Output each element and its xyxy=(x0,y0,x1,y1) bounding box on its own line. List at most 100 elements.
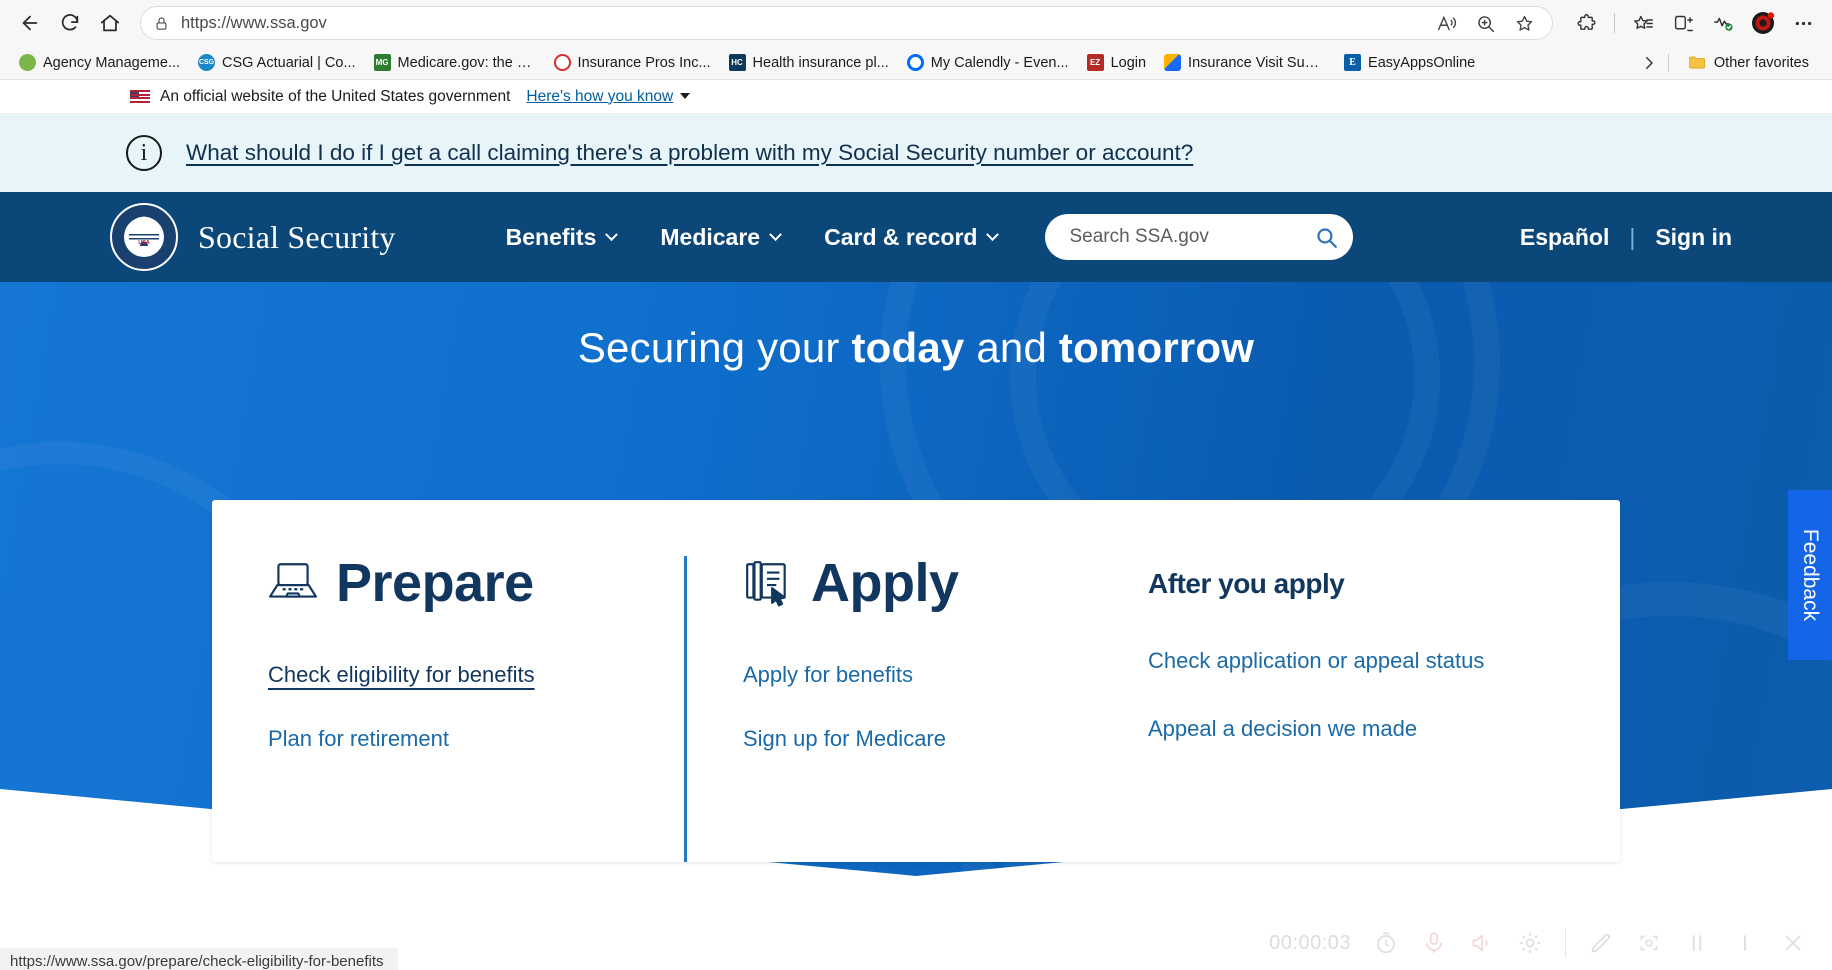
collections-star-icon[interactable] xyxy=(1626,6,1660,40)
toolbar-divider xyxy=(1614,13,1615,33)
nav-item-card-and-record[interactable]: Card & record xyxy=(824,224,1000,251)
brand-title: Social Security xyxy=(198,218,396,255)
bookmark-item[interactable]: EZ Login xyxy=(1078,51,1155,74)
chevron-down-icon xyxy=(769,227,782,241)
site-brand[interactable]: USA Social Security xyxy=(110,203,396,271)
column-heading: After you apply xyxy=(1148,568,1345,599)
zoom-in-icon[interactable] xyxy=(1475,13,1496,34)
search-icon[interactable] xyxy=(1314,225,1339,250)
nav-item-label: Medicare xyxy=(660,223,761,250)
link-check-application-or-appeal-status[interactable]: Check application or appeal status xyxy=(1148,648,1484,674)
insurance-visit-summary-favicon xyxy=(1164,54,1182,71)
medicare-gov-favicon: MG xyxy=(373,54,391,71)
screenshot-icon[interactable] xyxy=(1636,930,1662,956)
agency-management-favicon xyxy=(19,54,36,71)
bookmark-item[interactable]: HC Health insurance pl... xyxy=(720,51,898,74)
hero-title-bold1: today xyxy=(851,324,965,371)
column-heading-row: Prepare xyxy=(268,556,628,610)
nav-item-medicare[interactable]: Medicare xyxy=(660,223,782,251)
heres-how-you-know-toggle[interactable]: Here's how you know xyxy=(520,87,691,106)
extensions-icon[interactable] xyxy=(1569,6,1603,40)
gov-banner-text: An official website of the United States… xyxy=(160,87,511,105)
bookmarks-overflow-area: Other favorites xyxy=(1640,50,1822,75)
settings-gear-icon[interactable] xyxy=(1517,930,1543,956)
bookmark-label: Login xyxy=(1110,54,1147,71)
bookmark-label: EasyAppsOnline xyxy=(1368,54,1476,71)
csg-actuarial-favicon: CSG xyxy=(198,54,216,71)
bookmark-label: My Calendly - Even... xyxy=(930,54,1069,71)
recording-elapsed-time: 00:00:03 xyxy=(1269,931,1351,954)
official-gov-banner: An official website of the United States… xyxy=(0,80,1832,114)
login-favicon: EZ xyxy=(1086,54,1104,71)
site-navbar: USA Social Security Benefits Medicare Ca… xyxy=(0,192,1832,282)
hero-title-part2: and xyxy=(964,324,1059,371)
home-icon[interactable] xyxy=(92,5,128,41)
pause-icon[interactable] xyxy=(1684,930,1710,956)
nav-item-benefits[interactable]: Benefits xyxy=(505,223,619,251)
hero-title-part1: Securing your xyxy=(577,324,852,371)
chevron-down-icon xyxy=(680,93,691,100)
bookmark-label: Insurance Pros Inc... xyxy=(577,54,711,71)
gov-banner-link-label: Here's how you know xyxy=(526,87,674,105)
bookmark-label: Insurance Visit Sum... xyxy=(1188,54,1327,71)
microphone-icon[interactable] xyxy=(1421,930,1447,956)
address-bar-url[interactable]: https://www.ssa.gov xyxy=(181,14,1424,33)
read-aloud-icon[interactable] xyxy=(1436,13,1457,34)
nav-divider: | xyxy=(1629,223,1636,250)
search-input[interactable] xyxy=(1069,226,1315,248)
navbar-utility-links: Español | Sign in xyxy=(1520,224,1732,251)
other-favorites-label: Other favorites xyxy=(1713,54,1809,71)
link-appeal-a-decision-we-made[interactable]: Appeal a decision we made xyxy=(1148,716,1417,742)
sign-in-link[interactable]: Sign in xyxy=(1655,224,1732,251)
column-heading: Apply xyxy=(811,553,959,613)
bookmark-label: CSG Actuarial | Co... xyxy=(222,54,356,71)
close-icon[interactable] xyxy=(1780,930,1806,956)
espanol-link[interactable]: Español xyxy=(1520,224,1609,251)
star-icon[interactable] xyxy=(1514,13,1535,34)
toolbar-right-actions xyxy=(1565,6,1820,40)
chevron-right-icon[interactable] xyxy=(1640,54,1658,72)
bookmark-label: Medicare.gov: the o... xyxy=(397,54,536,71)
bookmark-item[interactable]: MG Medicare.gov: the o... xyxy=(365,51,545,74)
link-sign-up-for-medicare[interactable]: Sign up for Medicare xyxy=(743,726,946,752)
bookmark-item[interactable]: Agency Manageme... xyxy=(10,51,189,74)
bookmark-item[interactable]: CSG CSG Actuarial | Co... xyxy=(189,51,365,74)
browser-essentials-icon[interactable] xyxy=(1706,6,1740,40)
bookmark-item[interactable]: E EasyAppsOnline xyxy=(1335,51,1484,74)
column-heading: Prepare xyxy=(336,553,534,613)
speaker-icon[interactable] xyxy=(1469,930,1495,956)
pen-annotate-icon[interactable] xyxy=(1588,930,1614,956)
link-plan-for-retirement[interactable]: Plan for retirement xyxy=(268,726,449,752)
feedback-tab[interactable]: Feedback xyxy=(1788,490,1832,660)
column-heading-row: After you apply xyxy=(1148,556,1496,598)
bookmarks-divider xyxy=(1667,53,1669,72)
other-favorites-button[interactable]: Other favorites xyxy=(1679,50,1818,75)
alert-link[interactable]: What should I do if I get a call claimin… xyxy=(186,140,1193,166)
health-insurance-favicon: HC xyxy=(728,54,746,71)
split-screen-icon[interactable] xyxy=(1666,6,1700,40)
status-bar-url: https://www.ssa.gov/prepare/check-eligib… xyxy=(0,948,398,970)
folder-icon xyxy=(1688,53,1707,72)
site-search[interactable] xyxy=(1045,214,1354,260)
bookmark-label: Agency Manageme... xyxy=(43,54,181,71)
card-column-apply: Apply Apply for benefits Sign up for Med… xyxy=(684,556,1092,862)
timer-icon[interactable] xyxy=(1373,930,1399,956)
link-check-eligibility-for-benefits[interactable]: Check eligibility for benefits xyxy=(268,662,535,688)
bookmark-item[interactable]: Insurance Pros Inc... xyxy=(545,51,720,74)
nav-item-label: Benefits xyxy=(505,223,597,250)
info-circle-icon: i xyxy=(126,135,162,171)
bookmark-item[interactable]: Insurance Visit Sum... xyxy=(1155,51,1335,74)
stop-icon[interactable] xyxy=(1732,930,1758,956)
settings-more-icon[interactable] xyxy=(1786,6,1820,40)
feedback-tab-label: Feedback xyxy=(1799,528,1823,622)
profile-avatar[interactable] xyxy=(1746,6,1780,40)
address-bar[interactable]: https://www.ssa.gov xyxy=(140,6,1553,40)
hero-section: Securing your today and tomorrow Prepare… xyxy=(0,282,1832,876)
back-arrow-icon[interactable] xyxy=(12,5,48,41)
browser-chrome: https://www.ssa.gov Agency Manageme... C… xyxy=(0,0,1832,80)
bookmark-item[interactable]: My Calendly - Even... xyxy=(898,51,1078,74)
refresh-icon[interactable] xyxy=(52,5,88,41)
chevron-down-icon xyxy=(605,227,619,241)
hero-headline: Securing your today and tomorrow xyxy=(0,282,1832,372)
link-apply-for-benefits[interactable]: Apply for benefits xyxy=(743,662,913,688)
